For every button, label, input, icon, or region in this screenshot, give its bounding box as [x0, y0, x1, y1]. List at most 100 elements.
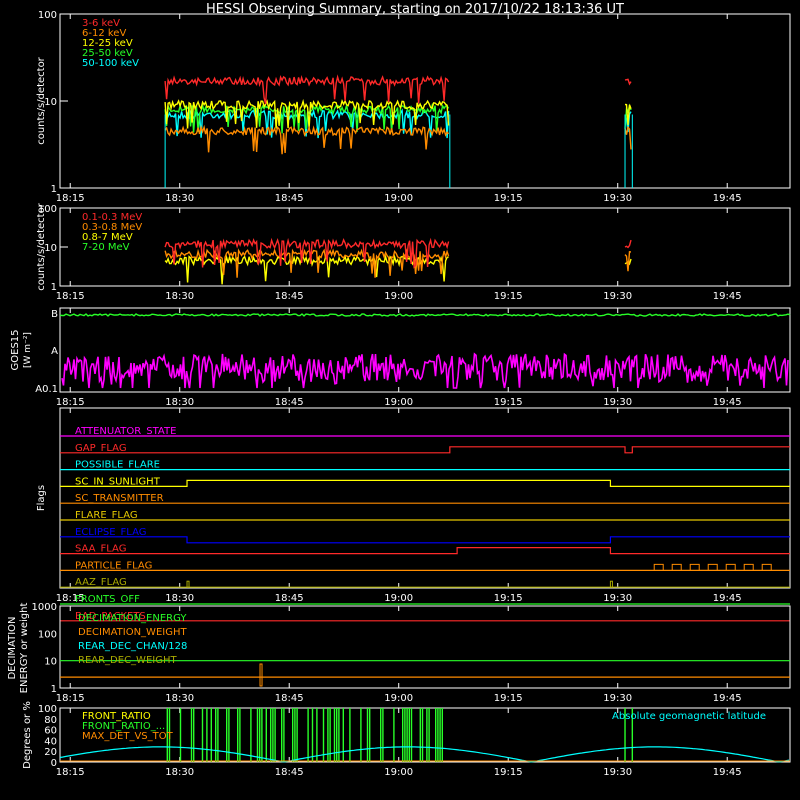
- x-tick-label: 18:45: [275, 593, 304, 604]
- panel-frame: [59, 307, 791, 393]
- flag-label: ECLIPSE_FLAG: [75, 527, 146, 538]
- x-tick-label: 18:45: [275, 397, 304, 408]
- panel-decimation: 18:15 18:30 18:45 19:00 19:15 19:30 19:45 1 10 10…: [7, 602, 791, 704]
- flag-label: AAZ_FLAG: [75, 577, 127, 588]
- x-tick-label: 19:30: [603, 291, 632, 302]
- legend-label: 0.1-0.3 MeV: [82, 212, 142, 223]
- flag-trace: [60, 479, 790, 487]
- flag-label: ATTENUATOR_STATE: [75, 426, 176, 437]
- legend-label: 12-25 keV: [82, 38, 133, 49]
- x-tick-label: 19:30: [603, 193, 632, 204]
- flag-label: FRONTS_OFF: [75, 594, 140, 605]
- x-tick-label: 18:30: [165, 593, 194, 604]
- x-tick-label: 18:15: [56, 693, 85, 704]
- y-tick-label: 100: [38, 629, 57, 640]
- x-tick-label: 18:45: [275, 291, 304, 302]
- legend-label: Absolute geomagnetic latitude: [612, 711, 766, 722]
- flag-label: GAP_FLAG: [75, 443, 127, 454]
- legend-label: DECIMATION_WEIGHT: [78, 627, 187, 638]
- x-tick-label: 19:30: [603, 397, 632, 408]
- panel-energy-high: 18:15 18:30 18:45 19:00 19:15 19:30 19:4511010…: [36, 202, 791, 302]
- y-tick-label: 0: [51, 758, 57, 769]
- x-tick-label: 18:15: [56, 767, 85, 778]
- x-tick-label: 18:15: [56, 193, 85, 204]
- y-axis-label: Degrees or %: [22, 701, 33, 769]
- x-tick-label: 19:45: [713, 291, 742, 302]
- flag-trace: [60, 446, 790, 454]
- y-tick-label: 60: [44, 726, 57, 737]
- legend-label: 6-12 keV: [82, 28, 126, 39]
- flag-label: POSSIBLE_FLARE: [75, 460, 160, 471]
- flag-label: SC_TRANSMITTER: [75, 493, 164, 504]
- observing-summary-plot: HESSI Observing Summary, starting on 201…: [0, 0, 800, 800]
- plot-title: HESSI Observing Summary, starting on 201…: [206, 2, 624, 17]
- y-tick-label: 20: [44, 747, 57, 758]
- x-tick-label: 19:15: [494, 397, 523, 408]
- legend-label: 50-100 keV: [82, 58, 139, 69]
- goes-long-trace: [59, 313, 791, 317]
- aaz-flag-pulse: [609, 580, 613, 588]
- legend-label: 3-6 keV: [82, 18, 120, 29]
- x-tick-label: 19:00: [384, 291, 413, 302]
- x-tick-label: 18:30: [165, 397, 194, 408]
- x-tick-label: 19:00: [384, 693, 413, 704]
- panels-group: 18:15 18:30 18:45 19:00 19:15 19:30 19:4511010…: [7, 10, 791, 778]
- x-tick-label: 19:30: [603, 767, 632, 778]
- y-tick-label: 100: [38, 10, 57, 21]
- flag-label: PARTICLE_FLAG: [75, 560, 152, 571]
- x-tick-label: 19:15: [494, 291, 523, 302]
- panel-frame: [59, 13, 791, 189]
- y-axis-label: DECIMATION: [7, 616, 18, 679]
- panel-energy-low: 18:15 18:30 18:45 19:00 19:15 19:30 19:4511010…: [36, 10, 791, 204]
- y-tick-label: 10: [44, 657, 57, 668]
- y-tick-label: 40: [44, 736, 57, 747]
- flag-trace: [60, 536, 790, 544]
- x-tick-label: 19:30: [603, 693, 632, 704]
- y-tick-label: 1: [51, 282, 57, 293]
- x-tick-label: 19:15: [494, 767, 523, 778]
- x-tick-label: 19:00: [384, 593, 413, 604]
- y-tick-label: 1: [51, 184, 57, 195]
- x-tick-label: 19:00: [384, 193, 413, 204]
- x-tick-label: 19:30: [603, 593, 632, 604]
- legend-label: REAR_DEC_WEIGHT: [78, 655, 177, 666]
- y-axis-label: counts/s/detector: [36, 56, 47, 144]
- x-tick-label: 18:45: [275, 767, 304, 778]
- series-trace: [164, 74, 632, 105]
- y-tick-label: 80: [44, 715, 57, 726]
- x-tick-label: 18:30: [165, 291, 194, 302]
- x-tick-label: 19:45: [713, 693, 742, 704]
- legend-label: MAX_DET_VS_TOT: [82, 731, 174, 742]
- legend-label: 7-20 MeV: [82, 242, 130, 253]
- y-axis-label: counts/s/detector: [36, 202, 47, 290]
- y-tick-label: A0.1: [35, 384, 58, 395]
- y-axis-label: Flags: [36, 485, 47, 511]
- y-axis-label: GOES15: [10, 329, 21, 370]
- x-tick-label: 19:15: [494, 593, 523, 604]
- y-tick-label: B: [51, 309, 58, 320]
- x-tick-label: 19:45: [713, 397, 742, 408]
- x-tick-label: 18:15: [56, 291, 85, 302]
- legend-label: REAR_DEC_CHAN/128: [78, 641, 187, 652]
- series-trace: [164, 124, 632, 155]
- x-tick-label: 19:15: [494, 193, 523, 204]
- y-axis-label-2: ENERGY or weight: [19, 603, 30, 694]
- decimation-spike: [259, 663, 263, 687]
- y-tick-label: 1000: [32, 602, 57, 613]
- goes-short-trace: [61, 352, 789, 389]
- series-trace: [164, 248, 632, 278]
- x-tick-label: 19:45: [713, 193, 742, 204]
- x-tick-label: 18:45: [275, 193, 304, 204]
- panel-ratios: 18:15 18:30 18:45 19:00 19:15 19:30 19:45 02040…: [22, 701, 791, 778]
- x-tick-label: 18:30: [165, 193, 194, 204]
- x-tick-label: 19:00: [384, 767, 413, 778]
- particle-flag-pulses: [653, 563, 772, 571]
- flag-trace: [60, 547, 790, 555]
- y-tick-label: A: [51, 346, 58, 357]
- panel-flags: 18:15 18:30 18:45 19:00 19:15 19:30 19:45Flags…: [36, 407, 791, 622]
- x-tick-label: 18:30: [165, 693, 194, 704]
- x-tick-label: 18:15: [56, 397, 85, 408]
- panel-frame: [59, 207, 791, 287]
- y-tick-label: 1: [51, 684, 57, 695]
- x-tick-label: 19:45: [713, 767, 742, 778]
